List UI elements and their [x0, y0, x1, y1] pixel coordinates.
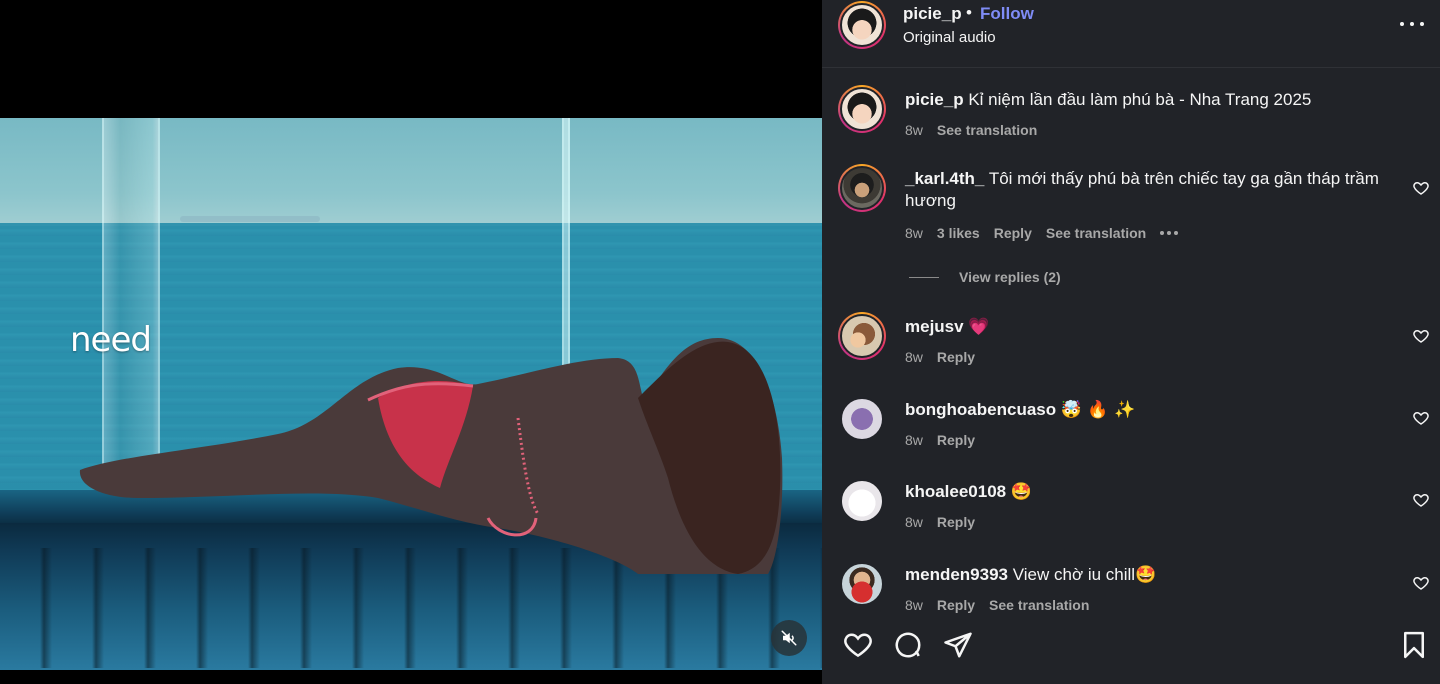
comment-reply-button[interactable]: Reply [937, 349, 975, 365]
comment-likes[interactable]: 3 likes [937, 225, 980, 241]
post-side-panel: picie_p • Follow Original audio picie_p … [822, 0, 1440, 684]
media-pane: need [0, 0, 822, 684]
comment-body: _karl.4th_ Tôi mới thấy phú bà trên chiế… [905, 168, 1395, 212]
comment-meta: 8w Reply [905, 514, 975, 530]
author-username[interactable]: picie_p [903, 4, 962, 24]
comment-time: 8w [905, 514, 923, 530]
view-replies-line [909, 276, 939, 278]
paper-plane-icon[interactable] [943, 630, 973, 660]
comment-like-heart-icon[interactable] [1412, 179, 1430, 197]
comment-text: 🤯 🔥 ✨ [1060, 400, 1136, 420]
header-separator: • [966, 3, 972, 22]
comment-reply-button[interactable]: Reply [937, 432, 975, 448]
comment-time: 8w [905, 597, 923, 613]
comment-body: bonghoabencuaso 🤯 🔥 ✨ [905, 399, 1395, 421]
comment-time: 8w [905, 225, 923, 241]
comment-body: khoalee0108 🤩 [905, 481, 1395, 503]
heart-icon[interactable] [843, 630, 873, 660]
comment-like-heart-icon[interactable] [1412, 409, 1430, 427]
comment-body: menden9393 View chờ iu chill🤩 [905, 564, 1395, 586]
caption-avatar[interactable] [838, 85, 886, 133]
comment-text: 🤩 [1010, 482, 1033, 502]
comment-username[interactable]: bonghoabencuaso [905, 400, 1056, 419]
comment-like-heart-icon[interactable] [1412, 491, 1430, 509]
video-island [180, 216, 320, 222]
comment-avatar[interactable] [838, 395, 886, 443]
video-player[interactable]: need [0, 118, 822, 670]
more-options-icon[interactable] [1400, 20, 1424, 28]
comment-meta: 8w Reply [905, 349, 975, 365]
comment-meta: 8w Reply [905, 432, 975, 448]
comment-see-translation[interactable]: See translation [1046, 225, 1146, 241]
caption-body: picie_p Kỉ niệm lần đầu làm phú bà - Nha… [905, 89, 1395, 111]
comment-avatar[interactable] [838, 560, 886, 608]
comment-username[interactable]: mejusv [905, 317, 964, 336]
comment-meta: 8w 3 likes Reply See translation [905, 225, 1179, 241]
comment-text: 💗 [968, 317, 990, 337]
comment-reply-button[interactable]: Reply [994, 225, 1032, 241]
video-caption-overlay: need [70, 320, 152, 360]
comment-time: 8w [905, 349, 923, 365]
caption-username[interactable]: picie_p [905, 90, 964, 109]
comment-bubble-icon[interactable] [893, 630, 923, 660]
comment-avatar[interactable] [838, 164, 886, 212]
video-figure-silhouette [79, 338, 783, 574]
comment-username[interactable]: _karl.4th_ [905, 169, 984, 188]
caption-meta: 8w See translation [905, 122, 1037, 138]
view-replies-button[interactable]: View replies (2) [909, 269, 1061, 285]
comment-username[interactable]: khoalee0108 [905, 482, 1006, 501]
comment-reply-button[interactable]: Reply [937, 597, 975, 613]
comment-more-icon[interactable] [1160, 231, 1179, 235]
post-header: picie_p • Follow Original audio [822, 0, 1440, 68]
comment-meta: 8w Reply See translation [905, 597, 1089, 613]
comment-see-translation[interactable]: See translation [989, 597, 1089, 613]
speaker-muted-icon [781, 630, 797, 646]
comment-username[interactable]: menden9393 [905, 565, 1008, 584]
comment-body: mejusv 💗 [905, 316, 1395, 338]
comment-like-heart-icon[interactable] [1412, 574, 1430, 592]
comments-list[interactable]: picie_p Kỉ niệm lần đầu làm phú bà - Nha… [822, 68, 1440, 616]
post-action-bar [822, 616, 1440, 684]
comment-time: 8w [905, 432, 923, 448]
author-avatar[interactable] [838, 1, 886, 49]
caption-text: Kỉ niệm lần đầu làm phú bà - Nha Trang 2… [968, 90, 1312, 109]
caption-time: 8w [905, 122, 923, 138]
comment-avatar[interactable] [838, 477, 886, 525]
caption-see-translation[interactable]: See translation [937, 122, 1037, 138]
view-replies-label: View replies (2) [959, 269, 1061, 285]
comment-text: View chờ iu chill🤩 [1012, 565, 1157, 584]
comment-avatar[interactable] [838, 312, 886, 360]
comment-like-heart-icon[interactable] [1412, 327, 1430, 345]
bookmark-icon[interactable] [1399, 630, 1429, 660]
mute-toggle-button[interactable] [771, 620, 807, 656]
follow-button[interactable]: Follow [980, 4, 1034, 24]
original-audio-link[interactable]: Original audio [903, 29, 996, 46]
comment-reply-button[interactable]: Reply [937, 514, 975, 530]
